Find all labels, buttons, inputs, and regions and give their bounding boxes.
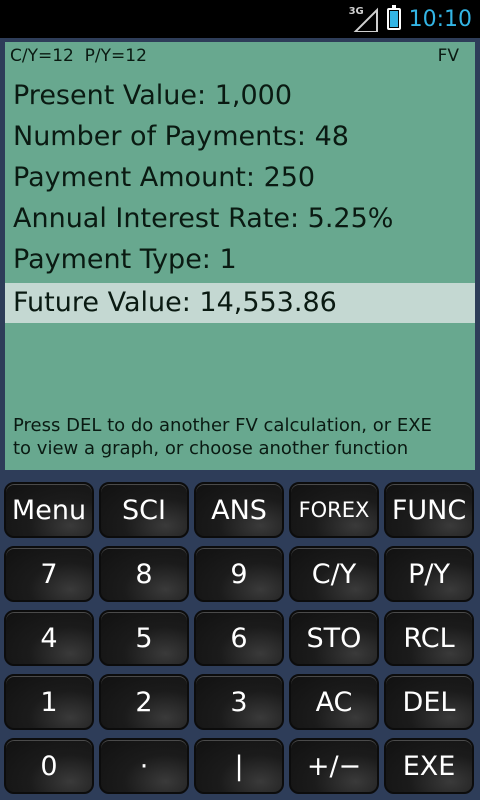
key-label: 9 — [230, 558, 248, 590]
calculator-display: C/Y=12 P/Y=12 FV Present Value: 1,000 Nu… — [5, 42, 475, 470]
func-key[interactable]: FUNC — [384, 482, 474, 538]
key-label: Menu — [11, 494, 87, 526]
number-of-payments-row: Number of Payments: 48 — [13, 121, 349, 152]
separator-key[interactable]: | — [194, 738, 284, 794]
key-8[interactable]: 8 — [99, 546, 189, 602]
present-value-row: Present Value: 1,000 — [13, 80, 293, 111]
key-label: 1 — [40, 686, 58, 718]
future-value-row: Future Value: 14,553.86 — [5, 283, 475, 323]
key-label: 4 — [40, 622, 58, 654]
key-label: RCL — [403, 622, 455, 654]
battery-icon — [386, 5, 401, 30]
key-label: SCI — [122, 494, 166, 526]
key-label: C/Y — [311, 558, 357, 590]
key-label: +/− — [306, 750, 362, 782]
exe-key[interactable]: EXE — [384, 738, 474, 794]
status-bar: 3G 10:10 — [0, 0, 480, 38]
key-5[interactable]: 5 — [99, 610, 189, 666]
cy-py-indicator: C/Y=12 P/Y=12 — [10, 46, 147, 68]
key-2[interactable]: 2 — [99, 674, 189, 730]
key-label: FUNC — [391, 494, 467, 526]
key-label: 8 — [135, 558, 153, 590]
interest-rate-row: Annual Interest Rate: 5.25% — [13, 203, 394, 234]
sign-key[interactable]: +/− — [289, 738, 379, 794]
decimal-key[interactable]: · — [99, 738, 189, 794]
cy-indicator: C/Y=12 — [10, 46, 74, 66]
py-indicator: P/Y=12 — [84, 46, 147, 66]
ac-key[interactable]: AC — [289, 674, 379, 730]
key-label: 2 — [135, 686, 153, 718]
key-label: P/Y — [408, 558, 450, 590]
key-label: 0 — [40, 750, 58, 782]
key-label: 5 — [135, 622, 153, 654]
key-label: DEL — [402, 686, 456, 718]
key-6[interactable]: 6 — [194, 610, 284, 666]
cy-key[interactable]: C/Y — [289, 546, 379, 602]
key-0[interactable]: 0 — [4, 738, 94, 794]
ans-key[interactable]: ANS — [194, 482, 284, 538]
key-label: AC — [315, 686, 353, 718]
key-1[interactable]: 1 — [4, 674, 94, 730]
key-label: EXE — [402, 750, 456, 782]
mode-indicator: FV — [437, 46, 459, 66]
key-label: 3 — [230, 686, 248, 718]
key-label: 6 — [230, 622, 248, 654]
forex-key[interactable]: FOREX — [289, 482, 379, 538]
key-3[interactable]: 3 — [194, 674, 284, 730]
key-label: FOREX — [298, 498, 370, 522]
sci-key[interactable]: SCI — [99, 482, 189, 538]
py-key[interactable]: P/Y — [384, 546, 474, 602]
signal-icon: 3G — [349, 6, 379, 32]
key-label: 7 — [40, 558, 58, 590]
display-header: C/Y=12 P/Y=12 FV — [10, 46, 459, 68]
clock: 10:10 — [408, 6, 472, 32]
key-7[interactable]: 7 — [4, 546, 94, 602]
key-4[interactable]: 4 — [4, 610, 94, 666]
key-label: ANS — [211, 494, 267, 526]
key-label: | — [234, 750, 244, 782]
key-9[interactable]: 9 — [194, 546, 284, 602]
key-label: · — [139, 750, 149, 782]
payment-amount-row: Payment Amount: 250 — [13, 162, 316, 193]
rcl-key[interactable]: RCL — [384, 610, 474, 666]
key-label: STO — [306, 622, 362, 654]
help-text: Press DEL to do another FV calculation, … — [13, 415, 432, 459]
payment-type-row: Payment Type: 1 — [13, 244, 237, 275]
menu-key[interactable]: Menu — [4, 482, 94, 538]
sto-key[interactable]: STO — [289, 610, 379, 666]
del-key[interactable]: DEL — [384, 674, 474, 730]
